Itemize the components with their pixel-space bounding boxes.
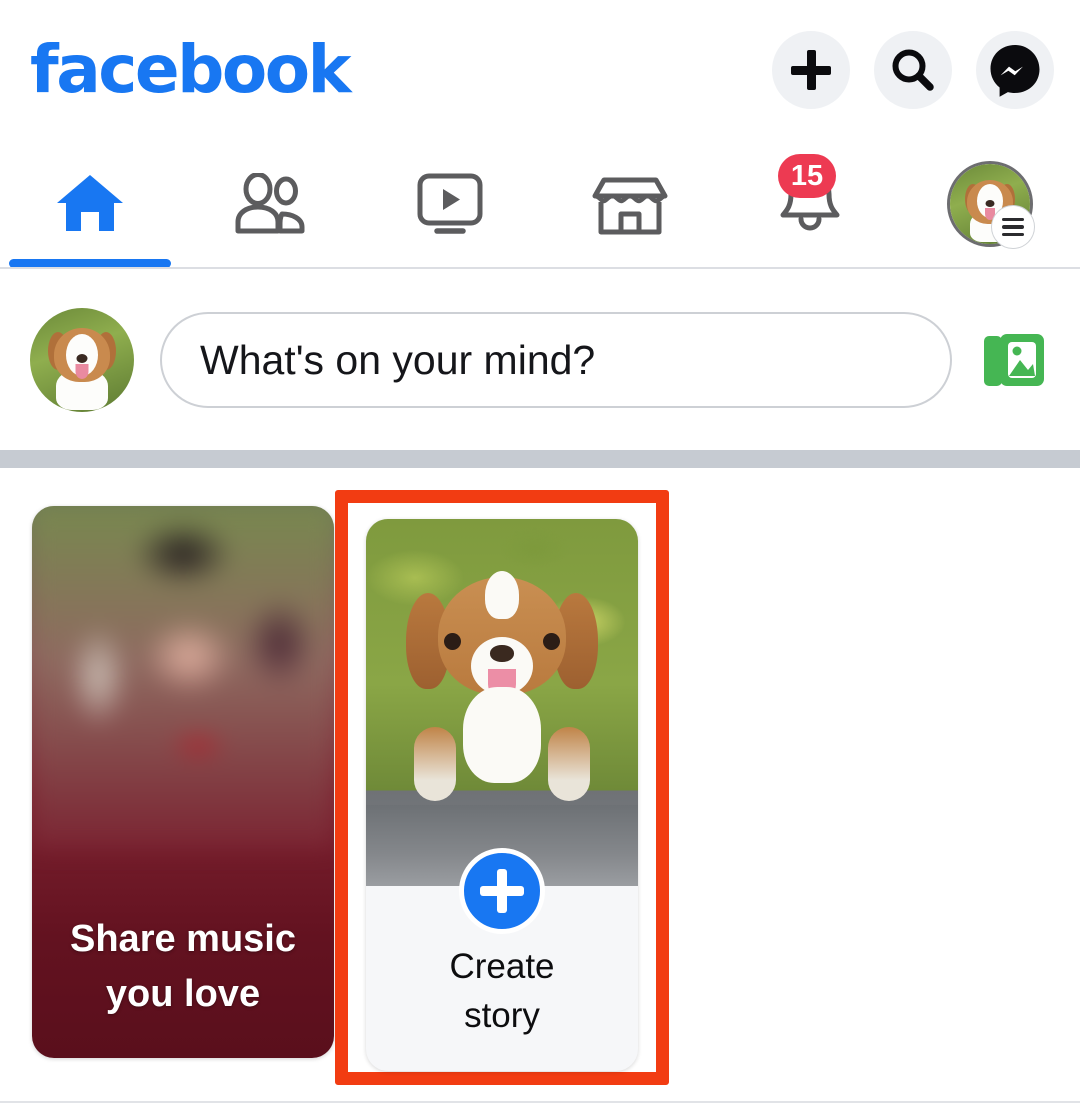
home-icon — [57, 175, 123, 231]
sidebar-item-video[interactable] — [360, 140, 540, 268]
avatar[interactable] — [947, 161, 1034, 248]
sidebar-item-notifications[interactable]: 15 — [720, 140, 900, 268]
hamburger-menu-icon[interactable] — [992, 206, 1034, 248]
sidebar-item-marketplace[interactable] — [540, 140, 720, 268]
create-button[interactable] — [772, 31, 850, 109]
share-music-line2: you love — [105, 972, 261, 1015]
video-icon — [417, 173, 483, 234]
create-story-card[interactable]: Create story — [366, 519, 638, 1071]
story-thumbnail-blurred — [32, 506, 334, 849]
story-dog-paw-right — [548, 727, 590, 801]
sidebar-item-home[interactable] — [0, 140, 180, 268]
story-dog-paw-left — [414, 727, 456, 801]
messenger-button[interactable] — [976, 31, 1054, 109]
messenger-icon — [990, 45, 1040, 97]
annotation-highlight-box: Create story — [335, 490, 669, 1085]
composer-placeholder: What's on your mind? — [200, 336, 596, 383]
sidebar-item-menu[interactable] — [900, 140, 1080, 268]
composer-dog-nose — [76, 354, 88, 363]
plus-icon — [480, 869, 524, 913]
gallery-icon — [984, 334, 1044, 386]
story-dog-chest — [463, 687, 541, 783]
marketplace-icon — [592, 177, 668, 235]
friends-icon — [235, 173, 305, 234]
create-story-thumbnail — [366, 519, 638, 887]
share-music-story-card[interactable]: Share music you love — [32, 506, 334, 1058]
create-story-line1: Create — [449, 946, 555, 986]
story-dog-nose — [490, 645, 514, 662]
section-separator — [0, 450, 1080, 468]
avatar-dog-nose — [985, 200, 995, 207]
search-input[interactable]: What's on your mind? — [160, 312, 952, 408]
create-story-line2: story — [464, 996, 540, 1036]
sidebar-item-friends[interactable] — [180, 140, 360, 268]
share-music-label: Share music you love — [32, 912, 334, 1022]
facebook-logo[interactable]: facebook — [30, 37, 351, 103]
story-dog-blaze — [485, 571, 519, 619]
share-music-line1: Share music — [70, 917, 296, 960]
post-composer: What's on your mind? — [0, 270, 1080, 450]
search-button[interactable] — [874, 31, 952, 109]
story-dog-eye-right — [543, 633, 560, 650]
top-bar: facebook — [0, 0, 1080, 140]
composer-dog-tongue — [75, 364, 89, 379]
notification-badge: 15 — [778, 154, 836, 198]
photo-button[interactable] — [978, 324, 1050, 396]
facebook-home-screen: facebook 15 What's on your mind? Share m… — [0, 0, 1080, 1103]
create-story-label: Create story — [366, 942, 638, 1041]
navigation-tabs: 15 — [0, 140, 1080, 268]
plus-icon — [791, 50, 831, 90]
composer-avatar[interactable] — [30, 308, 134, 412]
search-icon — [892, 49, 934, 91]
top-bar-actions — [772, 31, 1054, 109]
nav-divider — [0, 267, 1080, 269]
story-dog-eye-left — [444, 633, 461, 650]
create-story-plus-button[interactable] — [459, 848, 545, 934]
